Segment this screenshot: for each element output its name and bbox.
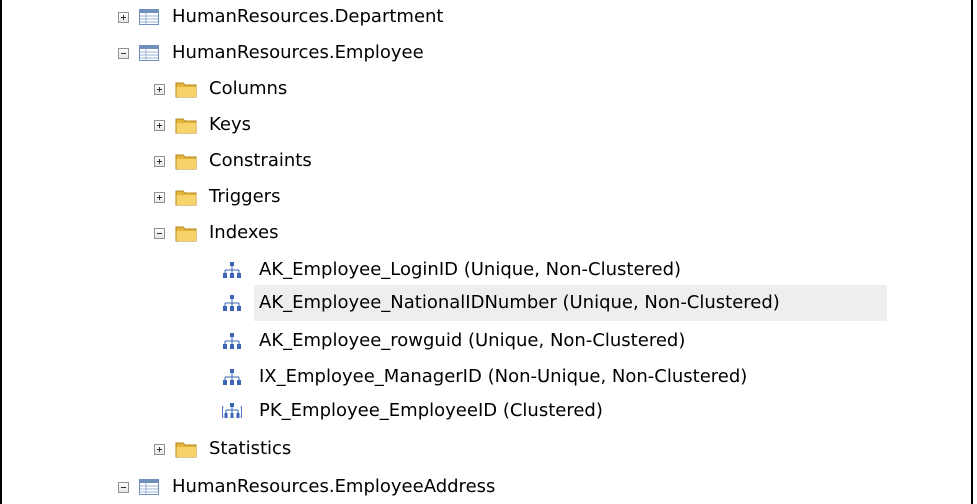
tree-node-label: AK_Employee_rowguid (Unique, Non-Cluster… (259, 330, 686, 351)
tree-node-label: AK_Employee_NationalIDNumber (Unique, No… (259, 292, 780, 313)
object-explorer-tree: HumanResources.Department HumanResources… (0, 0, 973, 504)
tree-node-label: HumanResources.Department (172, 6, 444, 27)
collapse-toggle-icon[interactable] (118, 47, 129, 59)
table-icon (139, 479, 159, 495)
tree-node-index-ak-employee-rowguid[interactable]: AK_Employee_rowguid (Unique, Non-Cluster… (222, 326, 685, 356)
folder-icon (175, 154, 197, 170)
tree-node-constraints[interactable]: Constraints (154, 146, 312, 176)
tree-node-statistics[interactable]: Statistics (154, 434, 291, 464)
nonclustered-index-icon (223, 262, 241, 278)
tree-node-indexes[interactable]: Indexes (154, 218, 278, 248)
expand-toggle-icon[interactable] (154, 119, 165, 131)
tree-node-label: Triggers (209, 186, 281, 207)
expand-toggle-icon[interactable] (154, 155, 165, 167)
tree-node-label: HumanResources.Employee (172, 42, 424, 63)
folder-icon (175, 118, 197, 134)
folder-icon (175, 190, 197, 206)
tree-node-label: Statistics (209, 438, 292, 459)
tree-node-keys[interactable]: Keys (154, 110, 251, 140)
expand-toggle-icon[interactable] (154, 191, 165, 203)
tree-node-label: Columns (209, 78, 288, 99)
tree-node-columns[interactable]: Columns (154, 74, 287, 104)
tree-node-triggers[interactable]: Triggers (154, 182, 280, 212)
tree-node-index-ix-employee-managerid[interactable]: IX_Employee_ManagerID (Non-Unique, Non-C… (222, 362, 747, 392)
tree-node-humanresources-department[interactable]: HumanResources.Department (118, 2, 444, 32)
expand-toggle-icon[interactable] (154, 443, 165, 455)
collapse-toggle-icon[interactable] (154, 227, 165, 239)
tree-node-humanresources-employeeaddress[interactable]: HumanResources.EmployeeAddress (118, 472, 495, 502)
tree-node-humanresources-employee[interactable]: HumanResources.Employee (118, 38, 424, 68)
expand-toggle-icon[interactable] (118, 11, 129, 23)
tree-node-label: Constraints (209, 150, 312, 171)
tree-node-label: PK_Employee_EmployeeID (Clustered) (259, 400, 603, 421)
nonclustered-index-icon (223, 369, 241, 385)
nonclustered-index-icon (223, 295, 241, 311)
tree-node-index-ak-employee-loginid[interactable]: AK_Employee_LoginID (Unique, Non-Cluster… (222, 255, 681, 285)
table-icon (139, 45, 159, 61)
folder-icon (175, 442, 197, 458)
collapse-toggle-icon[interactable] (118, 481, 129, 493)
tree-node-index-pk-employee-employeeid[interactable]: PK_Employee_EmployeeID (Clustered) (222, 396, 603, 426)
tree-node-label: HumanResources.EmployeeAddress (172, 476, 496, 497)
table-icon (139, 9, 159, 25)
tree-node-label: Keys (209, 114, 252, 135)
folder-icon (175, 82, 197, 98)
clustered-index-icon (222, 403, 242, 419)
tree-node-label: IX_Employee_ManagerID (Non-Unique, Non-C… (259, 366, 748, 387)
tree-node-label: AK_Employee_LoginID (Unique, Non-Cluster… (259, 259, 682, 280)
tree-node-label: Indexes (209, 222, 279, 243)
nonclustered-index-icon (223, 333, 241, 349)
tree-node-index-ak-employee-nationalidnumber[interactable]: AK_Employee_NationalIDNumber (Unique, No… (222, 288, 780, 318)
folder-icon (175, 226, 197, 242)
expand-toggle-icon[interactable] (154, 83, 165, 95)
